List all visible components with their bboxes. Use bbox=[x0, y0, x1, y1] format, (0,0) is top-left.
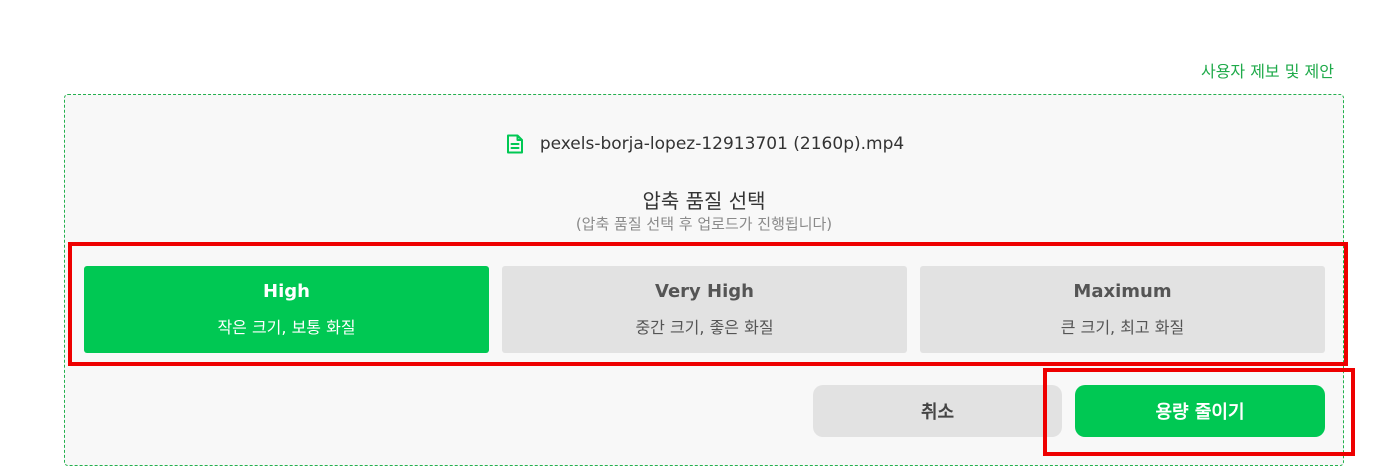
option-desc: 중간 크기, 좋은 화질 bbox=[635, 318, 774, 337]
option-desc: 작은 크기, 보통 화질 bbox=[217, 318, 356, 337]
reduce-size-button[interactable]: 용량 줄이기 bbox=[1075, 385, 1325, 437]
quality-option-very-high[interactable]: Very High 중간 크기, 좋은 화질 bbox=[502, 266, 907, 353]
option-name: High bbox=[263, 281, 310, 302]
quality-title: 압축 품질 선택 bbox=[642, 189, 766, 213]
quality-subtitle: (압축 품질 선택 후 업로드가 진행됩니다) bbox=[575, 215, 833, 233]
file-info: pexels-borja-lopez-12913701 (2160p).mp4 bbox=[65, 133, 1343, 155]
document-icon bbox=[504, 133, 526, 155]
cancel-button[interactable]: 취소 bbox=[813, 385, 1062, 437]
quality-options: High 작은 크기, 보통 화질 Very High 중간 크기, 좋은 화질… bbox=[84, 266, 1325, 353]
option-desc: 큰 크기, 최고 화질 bbox=[1060, 318, 1185, 337]
quality-option-maximum[interactable]: Maximum 큰 크기, 최고 화질 bbox=[920, 266, 1325, 353]
file-name: pexels-borja-lopez-12913701 (2160p).mp4 bbox=[539, 134, 905, 154]
option-name: Maximum bbox=[1073, 281, 1172, 302]
quality-option-high[interactable]: High 작은 크기, 보통 화질 bbox=[84, 266, 489, 353]
feedback-link[interactable]: 사용자 제보 및 제안 bbox=[1201, 58, 1334, 82]
option-name: Very High bbox=[655, 281, 754, 302]
page: 사용자 제보 및 제안 pexels-borja-lopez-12913701 … bbox=[0, 0, 1386, 468]
